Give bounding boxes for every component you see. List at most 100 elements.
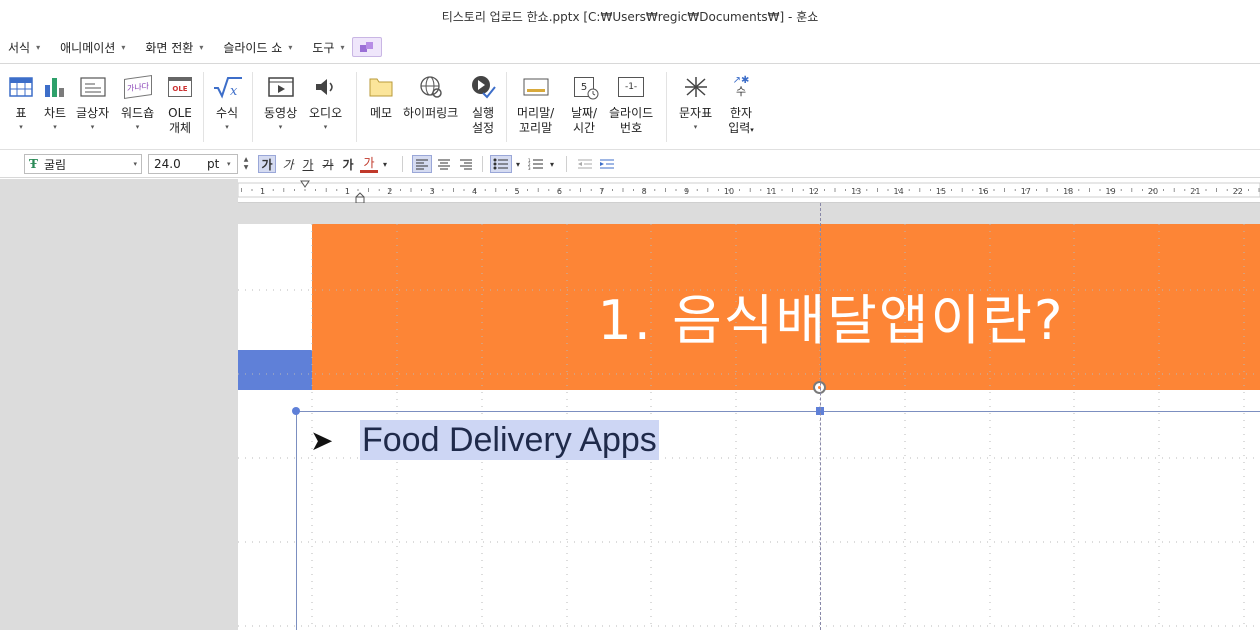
video-button[interactable]: 동영상 ▾: [264, 72, 297, 131]
symbol-button[interactable]: 문자표 ▾: [679, 72, 712, 131]
chevron-down-icon: ▾: [278, 123, 283, 131]
memo-icon: [369, 78, 393, 97]
audio-label: 오디오: [309, 106, 343, 120]
menu-transition-label: 화면 전환: [145, 40, 194, 55]
ruler-label: 16: [978, 187, 988, 196]
ribbon-toggle-button[interactable]: [352, 37, 383, 57]
chart-button[interactable]: 차트 ▾: [40, 72, 70, 131]
font-size-value: 24.0: [154, 157, 181, 171]
increase-indent-button[interactable]: [598, 155, 616, 173]
font-color-dropdown[interactable]: ▾: [380, 155, 390, 173]
chevron-down-icon: ▾: [19, 123, 23, 131]
ribbon-separator: [203, 72, 204, 142]
ruler-label: 19: [1106, 187, 1116, 196]
symbol-label: 문자표: [679, 106, 713, 120]
chevron-down-icon: ▾: [693, 123, 698, 131]
align-right-icon: [460, 159, 472, 170]
ruler-label: 7: [599, 187, 604, 196]
ole-icon: OLE: [168, 77, 192, 97]
ole-object-button[interactable]: OLE OLE 개체: [165, 72, 195, 136]
equation-button[interactable]: x 수식 ▾: [212, 72, 242, 131]
table-button[interactable]: 표 ▾: [6, 72, 36, 131]
header-footer-label-1: 머리말/: [517, 106, 555, 120]
audio-button[interactable]: 오디오 ▾: [309, 72, 342, 131]
ole-label-1: OLE: [168, 106, 192, 120]
numbered-list-dropdown[interactable]: ▾: [547, 155, 557, 173]
font-name-select[interactable]: Ŧ 굴림 ▾: [24, 154, 142, 174]
menu-tools[interactable]: 도구 ▾: [312, 39, 344, 56]
font-size-unit: pt: [207, 157, 220, 171]
increase-indent-icon: [600, 159, 614, 169]
ruler-label: 14: [894, 187, 904, 196]
font-name-value: 굴림: [43, 157, 67, 172]
header-footer-button[interactable]: 머리말/ 꼬리말: [517, 72, 554, 136]
hanja-icon-text: 수: [735, 85, 747, 98]
ruler-label: 1: [260, 187, 265, 196]
toolbar-separator: [402, 156, 403, 172]
bullet-item[interactable]: ➤ Food Delivery Apps: [310, 420, 659, 460]
ruler-label: 8: [642, 187, 647, 196]
resize-handle-top-left[interactable]: [292, 407, 300, 415]
hyperlink-button[interactable]: 하이퍼링크: [403, 72, 458, 121]
format-toolbar: Ŧ 굴림 ▾ 24.0 pt ▾ ▲ ▼ 가 가 가 가 가 가 ▾ ▾ 123 …: [0, 150, 1260, 178]
ruler-scale: 1 1 2 3 4 5 6 7 8 9 10 11 12 13 14 15 16 17 18 19 20 21 22: [238, 180, 1260, 203]
textbox-button[interactable]: 글상자 ▾: [76, 72, 109, 131]
arrow-bullet-icon: ➤: [310, 423, 334, 457]
numbered-list-button[interactable]: 123: [526, 155, 546, 173]
date-time-label-1: 날짜/: [570, 106, 598, 120]
font-color-button[interactable]: 가: [360, 155, 378, 173]
bold-button[interactable]: 가: [258, 155, 276, 173]
menu-animation[interactable]: 애니메이션 ▾: [60, 39, 125, 56]
action-settings-button[interactable]: 실행 설정: [468, 72, 498, 136]
bullet-text[interactable]: Food Delivery Apps: [360, 420, 659, 460]
speaker-icon: [315, 79, 333, 95]
bullet-list-icon: [493, 158, 508, 170]
date-time-button[interactable]: 5 날짜/ 시간: [569, 72, 599, 136]
chevron-down-icon: ▾: [340, 42, 345, 52]
hanja-input-button[interactable]: ↗✱ 수 한자 입력▾: [726, 72, 756, 138]
slide-title[interactable]: 1. 음식배달앱이란?: [312, 276, 1260, 355]
ribbon-separator: [666, 72, 667, 142]
font-size-select[interactable]: 24.0 pt ▾: [148, 154, 238, 174]
chevron-down-icon: ▾: [199, 42, 204, 52]
slide-number-button[interactable]: -1- 슬라이드 번호: [609, 72, 653, 136]
ruler-label: 4: [472, 187, 477, 196]
slide-canvas[interactable]: 1. 음식배달앱이란? ➤ Food Delivery Apps: [238, 224, 1260, 630]
memo-label: 메모: [369, 106, 393, 120]
ribbon-separator: [506, 72, 507, 142]
align-center-button[interactable]: [434, 155, 454, 173]
hanja-label-2: 입력▾: [728, 121, 754, 135]
shadow-button[interactable]: 가: [340, 155, 356, 173]
strikethrough-button[interactable]: 가: [320, 155, 336, 173]
menu-animation-label: 애니메이션: [60, 40, 116, 55]
ruler-label: 15: [936, 187, 946, 196]
chevron-down-icon: ▾: [288, 42, 293, 52]
header-footer-label-2: 꼬리말: [519, 121, 553, 135]
italic-button[interactable]: 가: [280, 155, 296, 173]
wordart-button[interactable]: 가나다 워드숍 ▾: [121, 72, 154, 131]
chevron-down-icon: ▾: [36, 42, 41, 52]
hanja-label-1: 한자: [729, 106, 753, 120]
ruler-label: 20: [1148, 187, 1158, 196]
play-check-icon: [472, 76, 496, 99]
ruler-label: 21: [1190, 187, 1200, 196]
ruler-label: 9: [684, 187, 689, 196]
video-label: 동영상: [264, 106, 298, 120]
menu-slideshow[interactable]: 슬라이드 쇼 ▾: [223, 39, 292, 56]
horizontal-ruler[interactable]: 1 1 2 3 4 5 6 7 8 9 10 11 12 13 14 15 16 17 18 19 20 21 22: [238, 179, 1260, 203]
wordart-icon: 가나다: [123, 75, 152, 99]
align-right-button[interactable]: [456, 155, 476, 173]
bullet-list-dropdown[interactable]: ▾: [513, 155, 523, 173]
menu-transition[interactable]: 화면 전환 ▾: [145, 39, 203, 56]
video-icon: [267, 77, 294, 97]
decrease-indent-button[interactable]: [576, 155, 594, 173]
ruler-label: 17: [1021, 187, 1031, 196]
bullet-list-button[interactable]: [490, 155, 512, 173]
underline-button[interactable]: 가: [300, 155, 316, 173]
menu-format[interactable]: 서식 ▾: [8, 39, 40, 56]
align-left-button[interactable]: [412, 155, 432, 173]
ruler-label: 11: [766, 187, 776, 196]
memo-button[interactable]: 메모: [366, 72, 396, 121]
title-bar: 티스토리 업로드 한쇼.pptx [C:₩Users₩regic₩Documen…: [0, 0, 1260, 32]
font-size-stepper[interactable]: ▲ ▼: [240, 154, 252, 174]
